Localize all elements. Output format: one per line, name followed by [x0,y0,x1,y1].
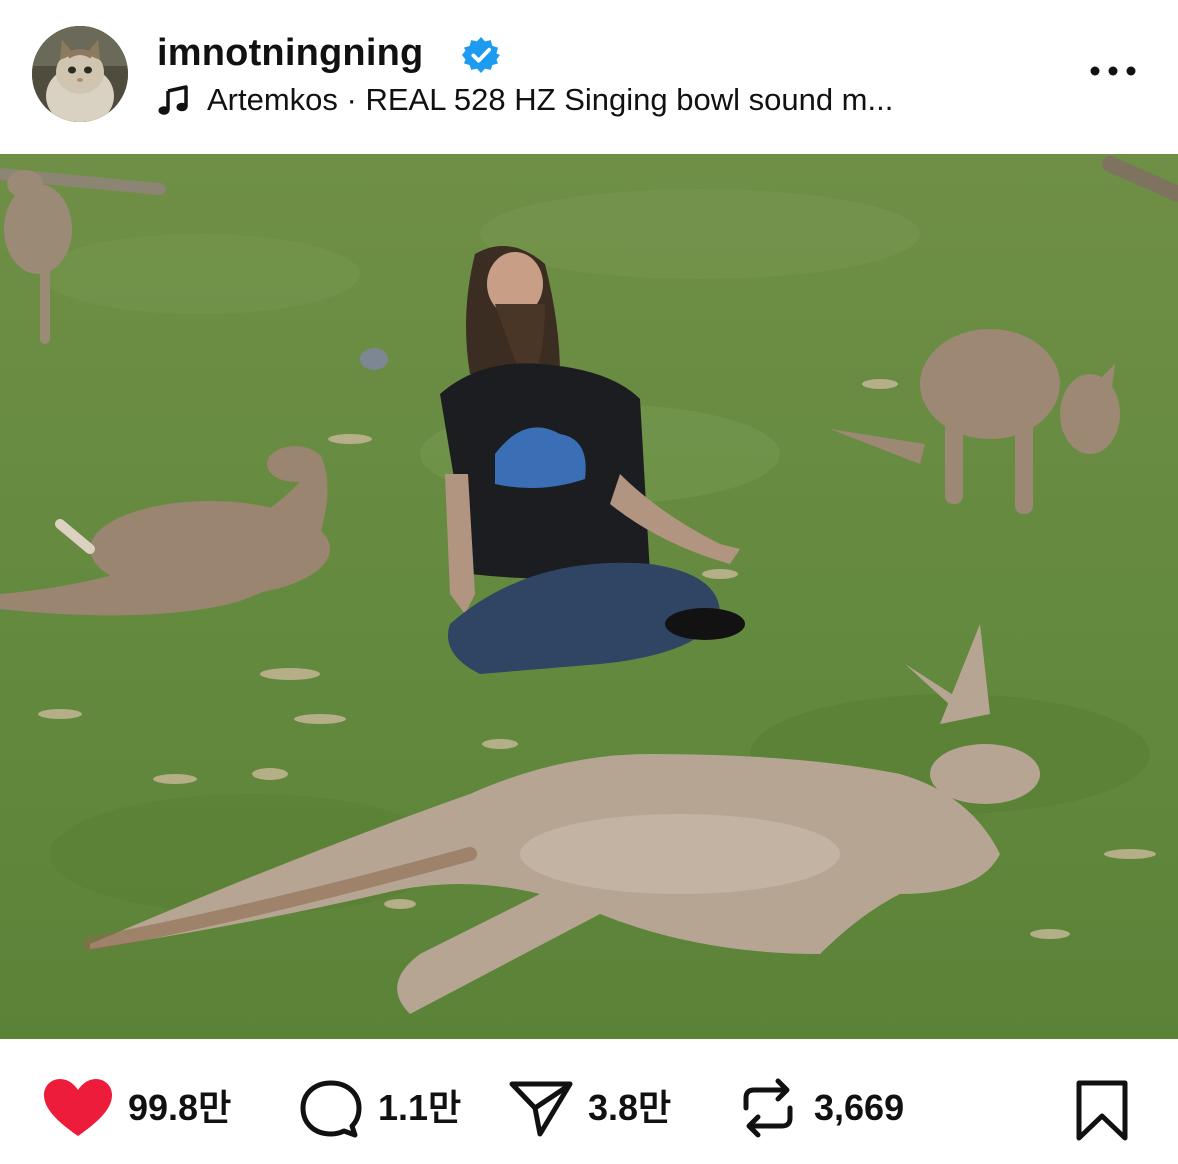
repost-count: 3,669 [814,1087,905,1128]
heart-icon [44,1079,112,1136]
audio-track-link[interactable]: Artemkos · REAL 528 HZ Singing bowl soun… [157,80,893,120]
comment-count: 1.1만 [378,1087,462,1128]
avatar[interactable] [32,26,128,122]
audio-separator: · [337,82,366,117]
repost-icon [743,1078,793,1138]
bookmark-icon[interactable] [1074,1080,1130,1142]
like-count: 99.8만 [128,1087,232,1128]
share-button[interactable]: 3.8만 [508,1078,671,1138]
comment-bubble-icon [300,1080,362,1138]
audio-artist: Artemkos [207,82,338,117]
video-frame-image [0,154,1178,1039]
music-note-icon [158,85,188,115]
username[interactable]: imnotningning [157,30,423,76]
post-header: imnotningning Artemkos · REAL 528 HZ Sin… [0,0,1178,154]
paper-plane-icon [509,1081,573,1137]
verified-badge-icon [462,36,500,74]
audio-title: REAL 528 HZ Singing bowl sound m... [365,82,894,117]
post-action-bar: 99.8만 1.1만 3.8만 3,669 [0,1050,1178,1164]
like-button[interactable]: 99.8만 [42,1078,231,1138]
post-media[interactable] [0,154,1178,1039]
cat-avatar-image [32,26,128,122]
share-count: 3.8만 [588,1087,672,1128]
more-options-icon[interactable] [1086,56,1140,86]
repost-button[interactable]: 3,669 [736,1078,904,1138]
comment-button[interactable]: 1.1만 [298,1078,461,1138]
